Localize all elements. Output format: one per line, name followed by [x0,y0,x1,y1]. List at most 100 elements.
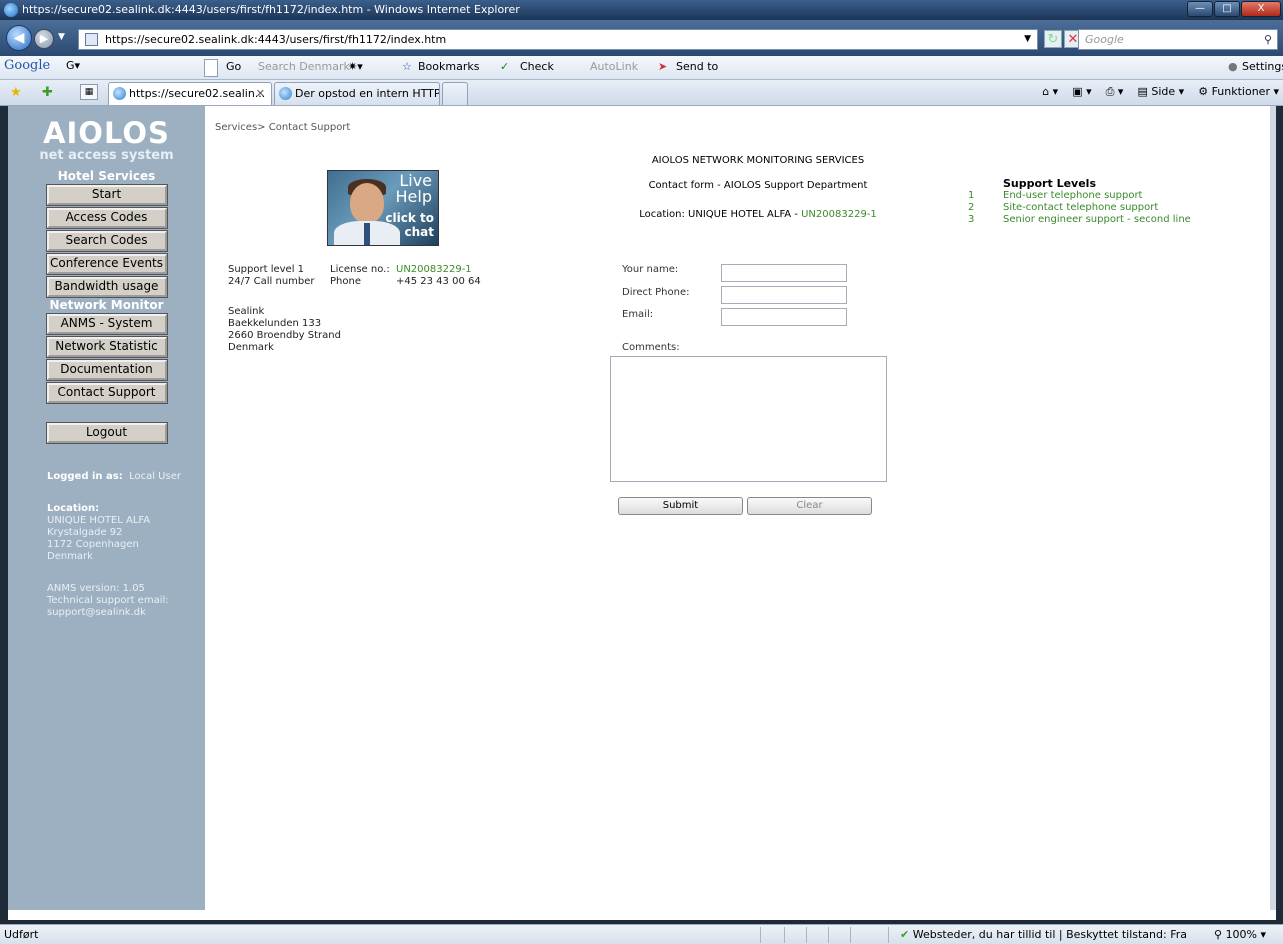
check-button[interactable]: Check [520,60,554,73]
support-email-label: Technical support email: [47,595,169,606]
status-separator [806,927,807,943]
status-separator [784,927,785,943]
click-to-chat-line1: click to [385,211,434,225]
minimize-button[interactable]: — [1187,1,1213,17]
close-tab-icon[interactable]: ✕ [256,83,265,104]
license-number: UN20083229-1 [396,264,472,275]
status-bar: Udført ✔ Websteder, du har tillid til | … [0,924,1283,944]
page-menu[interactable]: ▤ Side ▾ [1137,85,1184,99]
security-zone[interactable]: ✔ Websteder, du har tillid til | Beskytt… [900,925,1187,944]
level-text: Site-contact telephone support [1003,202,1159,213]
direct-phone-input[interactable] [721,286,847,304]
support-level-col: Support level 1 24/7 Call number [228,264,315,288]
documentation-button[interactable]: Documentation [45,359,168,381]
level-text: End-user telephone support [1003,190,1143,201]
ie-page-icon [279,87,292,100]
tools-menu[interactable]: ⚙ Funktioner ▾ [1198,85,1279,99]
add-favorite-icon[interactable]: ✚ [42,85,53,100]
sidebar: AIOLOS net access system Hotel Services … [8,106,205,910]
google-puzzle-icon[interactable]: ✷▾ [348,60,363,73]
home-icon[interactable]: ⌂ ▾ [1042,85,1058,99]
status-separator [828,927,829,943]
phone-label: Phone [330,276,361,287]
comments-label: Comments: [622,342,680,353]
go-button[interactable]: Go [226,60,241,73]
your-name-input[interactable] [721,264,847,282]
location-info: Location: UNIQUE HOTEL ALFA Krystalgade … [8,503,205,563]
email-input[interactable] [721,308,847,326]
page-content: AIOLOS net access system Hotel Services … [8,106,1276,920]
settings-button[interactable]: Settings [1242,60,1283,73]
new-tab-button[interactable] [442,82,468,105]
back-button[interactable]: ◀ [6,25,32,51]
quick-tabs-icon[interactable]: ▦ [80,84,98,100]
contact-support-button[interactable]: Contact Support [45,382,168,404]
location-line: Denmark [47,551,93,562]
close-window-button[interactable]: X [1241,1,1281,17]
address-line: Sealink [228,306,265,317]
support-levels: Support Levels 1 End-user telephone supp… [968,178,1191,226]
tab-row: ★ ✚ ▦ https://secure02.sealin... ✕ Der o… [0,80,1283,106]
anms-version: ANMS version: 1.05 [47,583,145,594]
live-help-line2: Help [395,187,432,206]
your-name-label: Your name: [622,264,679,275]
access-codes-button[interactable]: Access Codes [45,207,168,229]
clear-button[interactable]: Clear [747,497,872,515]
recent-pages-dropdown[interactable]: ▼ [58,32,65,42]
window-controls: — □ X [1187,1,1281,17]
tab-secure02[interactable]: https://secure02.sealin... ✕ [108,82,272,105]
submit-button[interactable]: Submit [618,497,743,515]
page-icon [85,33,98,46]
navigation-bar: ◀ ▶ ▼ https://secure02.sealink.dk:4443/u… [0,20,1283,56]
google-menu-button[interactable]: G▾ [66,59,80,72]
forward-button[interactable]: ▶ [34,29,54,49]
live-help-chat-button[interactable]: Live Help click to chat [327,170,439,246]
page-scrollbar[interactable] [1270,106,1276,910]
window-title: https://secure02.sealink.dk:4443/users/f… [22,3,520,16]
send-to-button[interactable]: Send to [676,60,718,73]
bookmarks-button[interactable]: Bookmarks [418,60,479,73]
support-level-row: 3 Senior engineer support - second line [968,214,1191,226]
logout-button[interactable]: Logout [45,422,168,444]
email-label: Email: [622,309,654,320]
logged-in-label: Logged in as: [47,471,123,482]
anms-system-button[interactable]: ANMS - System [45,313,168,335]
google-search-dropdown[interactable] [204,59,218,77]
address-bar[interactable]: https://secure02.sealink.dk:4443/users/f… [78,29,1038,50]
maximize-button[interactable]: □ [1214,1,1240,17]
network-statistic-button[interactable]: Network Statistic [45,336,168,358]
address-url[interactable]: https://secure02.sealink.dk:4443/users/f… [105,33,446,46]
level-number: 1 [968,190,975,201]
search-input[interactable]: Google ⚲ [1078,29,1278,50]
location-line: 1172 Copenhagen [47,539,139,550]
search-codes-button[interactable]: Search Codes [45,230,168,252]
search-denmark-button[interactable]: Search Denmark [258,60,350,73]
bookmarks-star-icon: ☆ [402,60,412,73]
favorites-star-icon[interactable]: ★ [10,85,22,100]
address-dropdown-icon[interactable]: ▼ [1024,30,1031,49]
search-icon[interactable]: ⚲ [1264,30,1272,49]
form-subheading: Contact form - AIOLOS Support Department [648,180,868,191]
bandwidth-usage-button[interactable]: Bandwidth usage [45,276,168,298]
support-levels-title: Support Levels [1003,177,1096,190]
conference-events-button[interactable]: Conference Events [45,253,168,275]
form-heading: AIOLOS NETWORK MONITORING SERVICES [651,155,865,166]
print-icon[interactable]: ⎙ ▾ [1106,85,1124,99]
comments-textarea[interactable] [610,356,887,482]
autolink-button[interactable]: AutoLink [590,60,638,73]
support-agent-tie [364,223,370,245]
zoom-control[interactable]: ⚲ 100% ▾ [1214,925,1266,944]
status-separator [760,927,761,943]
location-line: Krystalgade 92 [47,527,123,538]
tab-label: Der opstod en intern HTTP... [295,87,440,100]
location-label: Location: [47,503,100,514]
start-button[interactable]: Start [45,184,168,206]
tools-gear-icon: ⚙ [1198,85,1209,98]
support-email[interactable]: support@sealink.dk [47,607,146,618]
license-label-col: License no.: Phone [330,264,390,288]
tab-http-error[interactable]: Der opstod en intern HTTP... [274,82,440,105]
brand-title: AIOLOS [43,116,170,150]
refresh-button[interactable]: ↻ [1044,30,1062,48]
level-text: Senior engineer support - second line [1003,214,1191,225]
feeds-icon[interactable]: ▣ ▾ [1072,85,1091,99]
